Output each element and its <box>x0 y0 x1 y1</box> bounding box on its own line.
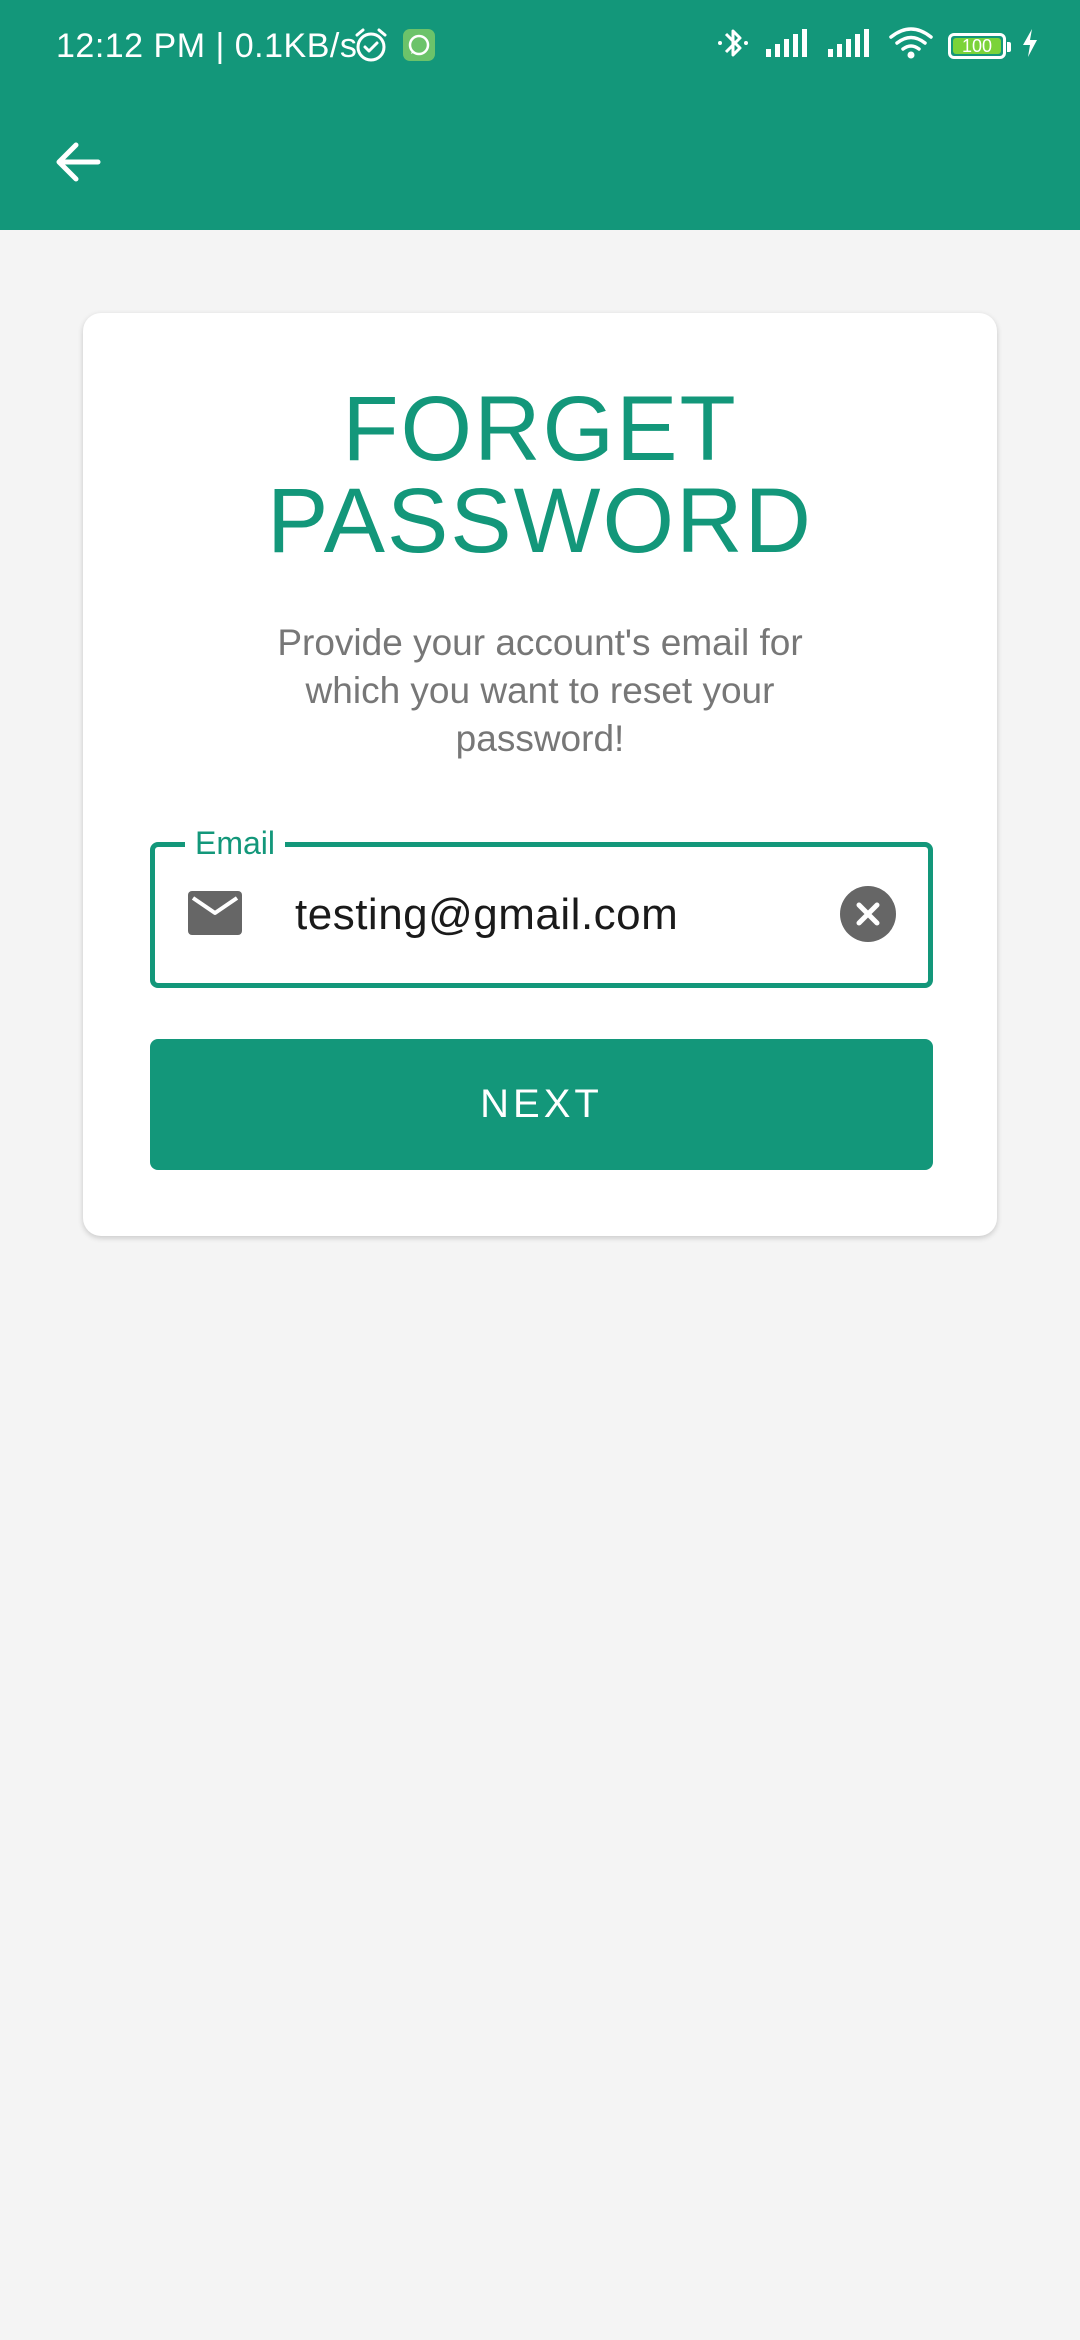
whatsapp-icon <box>402 28 436 67</box>
signal-icon <box>826 27 874 64</box>
charging-icon <box>1020 27 1040 64</box>
bluetooth-icon <box>716 24 750 67</box>
battery-icon: 100 <box>948 32 1011 59</box>
page-title: FORGET PASSWORD <box>83 383 997 567</box>
battery-level: 100 <box>961 35 993 56</box>
next-button[interactable]: NEXT <box>150 1039 933 1170</box>
status-left-icons <box>352 26 436 69</box>
signal-icon <box>764 27 812 64</box>
back-button[interactable] <box>38 122 118 202</box>
title-line-2: PASSWORD <box>267 470 813 572</box>
app-bar <box>0 92 1080 230</box>
status-bar: 12:12 PM | 0.1KB/s 100 <box>0 0 1080 92</box>
email-input[interactable]: testing@gmail.com <box>295 887 678 943</box>
clear-email-button[interactable] <box>840 886 896 942</box>
instruction-text: Provide your account's email for which y… <box>277 622 803 759</box>
status-right-icons: 100 <box>716 24 1040 67</box>
email-field[interactable]: Email testing@gmail.com <box>150 825 933 988</box>
arrow-left-icon <box>56 142 101 182</box>
clear-icon <box>856 902 880 926</box>
status-time: 12:12 PM | 0.1KB/s <box>56 27 358 65</box>
wifi-icon <box>888 25 934 66</box>
forgot-password-card: FORGET PASSWORD Provide your account's e… <box>83 313 997 1236</box>
mail-icon <box>187 890 243 936</box>
title-line-1: FORGET <box>342 378 738 480</box>
email-label: Email <box>185 825 286 861</box>
alarm-icon <box>352 26 390 69</box>
